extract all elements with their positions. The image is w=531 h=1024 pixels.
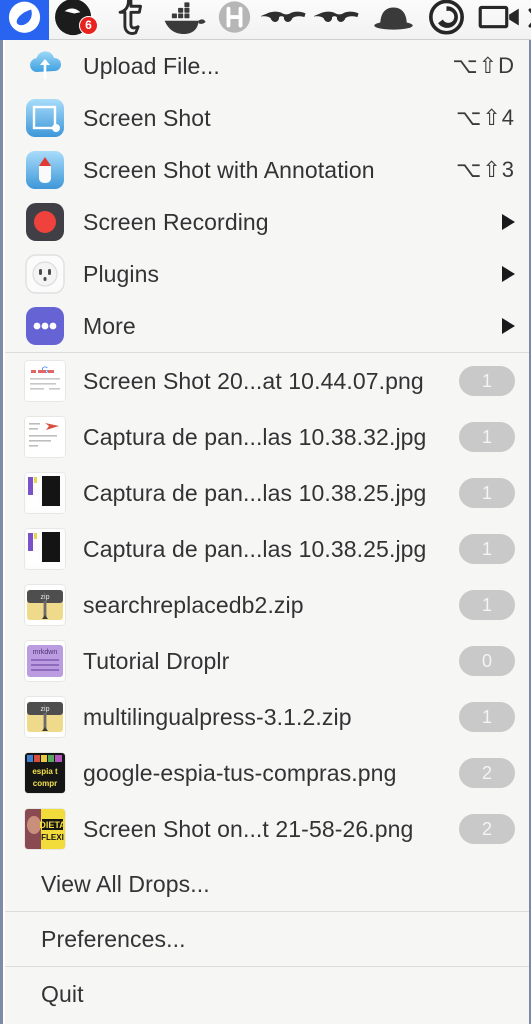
drop-name: multilingualpress-3.1.2.zip <box>83 703 352 730</box>
svg-text:mrkdwn: mrkdwn <box>33 649 58 656</box>
menu-item-shortcut: ⌥⇧D <box>452 53 515 78</box>
drop-name: Captura de pan...las 10.38.25.jpg <box>83 535 427 562</box>
espia-thumb: espia t compr <box>25 753 65 793</box>
drop-list-item[interactable]: Captura de pan...las 10.38.32.jpg 1 <box>3 409 529 465</box>
menubar-icon-sync-circle[interactable] <box>420 0 473 40</box>
drop-name: google-espia-tus-compras.png <box>83 759 397 786</box>
droplr-leaf-icon <box>8 1 41 33</box>
menu-item-quit[interactable]: Quit <box>3 967 529 1021</box>
drop-name: Tutorial Droplr <box>83 647 230 674</box>
dieta-thumb: DIETA FLEXI <box>25 809 65 849</box>
menu-item-label: Screen Shot with Annotation <box>83 156 375 183</box>
submenu-arrow-icon <box>502 318 515 334</box>
drop-view-count: 2 <box>459 758 515 788</box>
cloud-upload-icon <box>23 44 67 88</box>
menubar-icon-bowler-hat[interactable] <box>367 0 420 40</box>
markdown-thumb: mrkdwn <box>25 641 65 681</box>
chevron-overflow-icon <box>528 8 531 27</box>
menubar-icon-video-camera[interactable] <box>473 0 526 40</box>
menubar-icon-overflow[interactable] <box>526 0 531 40</box>
menu-item-shortcut: ⌥⇧4 <box>455 105 515 130</box>
svg-text:compr: compr <box>33 779 57 788</box>
drop-view-count: 0 <box>459 646 515 676</box>
svg-text:zip: zip <box>41 706 50 713</box>
menubar-icon-notification-bell[interactable]: 6 <box>49 0 102 40</box>
drop-view-count: 1 <box>459 534 515 564</box>
menu-item-label: Screen Shot <box>83 104 211 131</box>
drop-list-item[interactable]: mrkdwn Tutorial Droplr 0 <box>3 633 529 689</box>
system-menu-bar: 6 <box>0 0 531 40</box>
drop-name: Captura de pan...las 10.38.32.jpg <box>83 423 427 450</box>
drop-view-count: 1 <box>459 422 515 452</box>
menu-item-screen-shot[interactable]: Screen Shot ⌥⇧4 <box>3 92 529 144</box>
drop-view-count: 2 <box>459 814 515 844</box>
menubar-icon-h-circle[interactable] <box>208 0 261 40</box>
drop-list-item[interactable]: espia t compr google-espia-tus-compras.p… <box>3 745 529 801</box>
menu-item-preferences[interactable]: Preferences... <box>3 912 529 966</box>
menu-item-label: Upload File... <box>83 52 220 79</box>
menu-item-label: More <box>83 312 136 339</box>
zip-thumb: zip <box>25 585 65 625</box>
menu-item-upload-file[interactable]: Upload File... ⌥⇧D <box>3 40 529 92</box>
google-doc-thumb: G <box>25 361 65 401</box>
more-ellipsis-icon <box>23 304 67 348</box>
view-all-drops-label: View All Drops... <box>41 870 210 897</box>
drop-name: Screen Shot 20...at 10.44.07.png <box>83 367 424 394</box>
drop-name: Screen Shot on...t 21-58-26.png <box>83 815 414 842</box>
drop-list-item[interactable]: zip searchreplacedb2.zip 1 <box>3 577 529 633</box>
drop-list-item[interactable]: Captura de pan...las 10.38.25.jpg 1 <box>3 465 529 521</box>
preferences-label: Preferences... <box>41 925 186 952</box>
submenu-arrow-icon <box>502 266 515 282</box>
screen-recording-icon <box>23 200 67 244</box>
menubar-badge-count: 6 <box>79 15 98 35</box>
droplr-menu-panel: Upload File... ⌥⇧D Screen Shot ⌥⇧4 Scree… <box>0 40 531 1024</box>
drop-view-count: 1 <box>459 702 515 732</box>
screenshot-icon <box>23 96 67 140</box>
menubar-icon-sunglasses-alt[interactable] <box>314 0 367 40</box>
drop-list-item[interactable]: G Screen Shot 20...at 10.44.07.png 1 <box>3 353 529 409</box>
menu-item-screen-recording[interactable]: Screen Recording <box>3 196 529 248</box>
menubar-icon-docker-whale[interactable] <box>155 0 208 40</box>
drop-view-count: 1 <box>459 478 515 508</box>
svg-text:FLEXI: FLEXI <box>41 833 64 842</box>
svg-text:espia t: espia t <box>32 767 58 776</box>
drop-list-item[interactable]: zip multilingualpress-3.1.2.zip 1 <box>3 689 529 745</box>
svg-text:zip: zip <box>41 594 50 601</box>
menu-item-screen-shot-annotation[interactable]: Screen Shot with Annotation ⌥⇧3 <box>3 144 529 196</box>
menubar-icon-tumblr[interactable] <box>102 0 155 40</box>
menu-item-label: Screen Recording <box>83 208 269 235</box>
dark-panel-thumb <box>25 529 65 569</box>
drop-name: searchreplacedb2.zip <box>83 591 304 618</box>
svg-text:DIETA: DIETA <box>39 820 65 830</box>
menu-item-view-all-drops[interactable]: View All Drops... <box>3 857 529 911</box>
annotation-pen-icon <box>23 148 67 192</box>
drop-view-count: 1 <box>459 366 515 396</box>
quit-label: Quit <box>41 980 84 1007</box>
menu-item-plugins[interactable]: Plugins <box>3 248 529 300</box>
submenu-arrow-icon <box>502 214 515 230</box>
menu-item-shortcut: ⌥⇧3 <box>455 157 515 182</box>
menu-item-more[interactable]: More <box>3 300 529 352</box>
drop-view-count: 1 <box>459 590 515 620</box>
drop-list-item[interactable]: Captura de pan...las 10.38.25.jpg 1 <box>3 521 529 577</box>
menubar-icon-droplr-leaf[interactable] <box>0 0 49 40</box>
drop-name: Captura de pan...las 10.38.25.jpg <box>83 479 427 506</box>
zip-thumb: zip <box>25 697 65 737</box>
menubar-icon-sunglasses[interactable] <box>261 0 314 40</box>
menu-item-label: Plugins <box>83 260 160 287</box>
drop-list-item[interactable]: DIETA FLEXI Screen Shot on...t 21-58-26.… <box>3 801 529 857</box>
plugins-outlet-icon <box>23 252 67 296</box>
annotated-doc-thumb <box>25 417 65 457</box>
dark-panel-thumb <box>25 473 65 513</box>
